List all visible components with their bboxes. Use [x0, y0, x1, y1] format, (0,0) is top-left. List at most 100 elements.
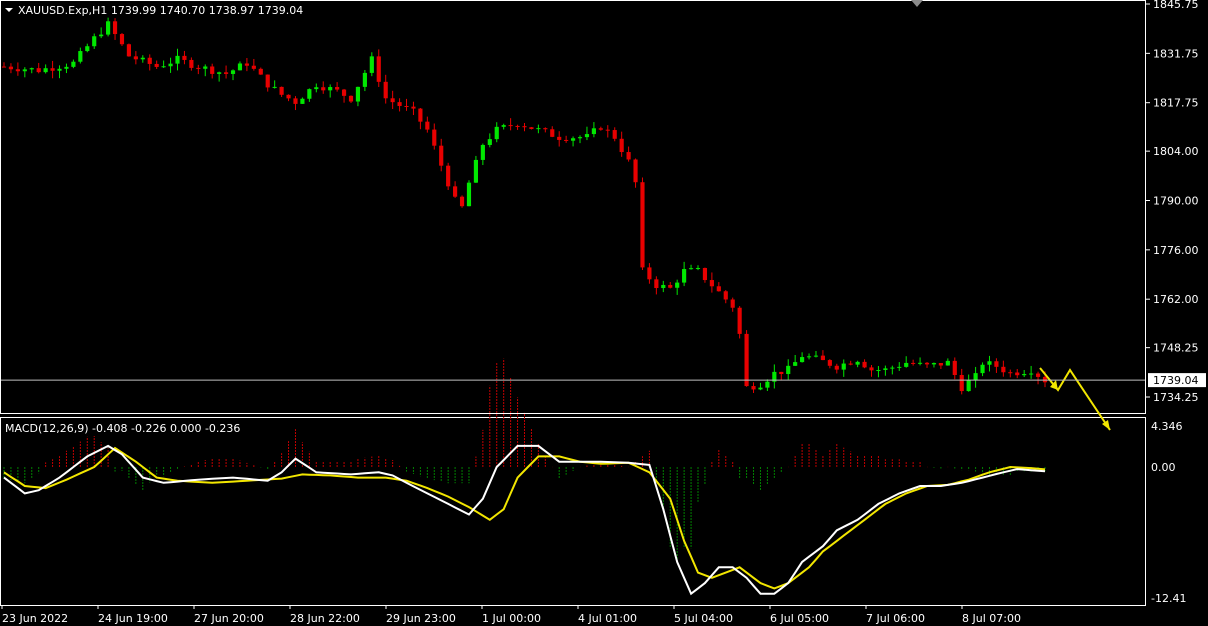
- candle-body: [994, 361, 999, 367]
- macd-pane[interactable]: [0, 417, 1146, 606]
- candle-body: [50, 68, 55, 71]
- candle-body: [598, 128, 603, 130]
- symbol-dropdown-icon[interactable]: [5, 8, 13, 12]
- time-tick-label: 24 Jun 19:00: [98, 612, 168, 625]
- candle-body: [702, 267, 708, 281]
- price-tick-label: 1831.75: [1153, 47, 1199, 60]
- candle-body: [980, 364, 985, 374]
- candle-body: [675, 282, 680, 288]
- candle-body: [341, 89, 347, 96]
- candle-body: [147, 57, 152, 64]
- chart-shift-marker-icon[interactable]: [911, 0, 923, 7]
- time-tick-label: 5 Jul 04:00: [674, 612, 733, 625]
- candle-body: [688, 268, 694, 270]
- candle-body: [848, 363, 853, 365]
- candle-body: [661, 284, 666, 289]
- candle-body: [647, 267, 652, 280]
- trading-chart[interactable]: XAUUSD.Exp,H1 1739.99 1740.70 1738.97 17…: [0, 0, 1208, 626]
- candle-body: [404, 105, 409, 107]
- candle-body: [897, 366, 902, 368]
- time-tick-label: 6 Jul 05:00: [770, 612, 829, 625]
- candle-body: [862, 361, 867, 368]
- candle-body: [730, 299, 735, 308]
- candle-body: [237, 63, 243, 71]
- price-tick-label: 1776.00: [1153, 244, 1199, 257]
- candle-body: [536, 128, 541, 130]
- candle-body: [230, 70, 236, 74]
- candle-body: [432, 129, 437, 146]
- candle-body: [682, 269, 687, 283]
- candle-body: [668, 284, 673, 288]
- candle-body: [515, 125, 520, 127]
- candle-body: [92, 36, 97, 47]
- candle-body: [723, 291, 728, 300]
- price-tick-label: 1817.75: [1153, 97, 1199, 110]
- candle-body: [15, 69, 20, 72]
- time-tick-label: 27 Jun 20:00: [194, 612, 264, 625]
- candle-body: [321, 87, 326, 91]
- candle-body: [466, 182, 472, 207]
- candle-body: [945, 360, 950, 366]
- candle-body: [196, 67, 201, 69]
- candle-body: [425, 121, 430, 130]
- candle-body: [550, 129, 555, 137]
- candle-body: [584, 134, 590, 138]
- candle-body: [820, 355, 826, 361]
- candle-body: [480, 144, 485, 160]
- candle-body: [223, 72, 229, 74]
- price-axis: 1845.75 1831.75 1817.75 1804.00 1790.00 1776.…: [1145, 0, 1199, 404]
- candle-body: [348, 95, 354, 102]
- candle-body: [1, 66, 7, 68]
- candle-body: [640, 182, 645, 268]
- candle-body: [251, 65, 256, 69]
- candle-body: [85, 46, 90, 52]
- candle-body: [355, 86, 361, 102]
- candle-body: [244, 63, 249, 66]
- candle-body: [1022, 374, 1027, 376]
- candle-body: [876, 369, 881, 371]
- candle-body: [827, 360, 832, 366]
- candle-body: [779, 371, 784, 375]
- candle-body: [487, 139, 492, 145]
- candle-body: [36, 68, 41, 73]
- candle-body: [383, 81, 388, 99]
- candle-body: [765, 381, 770, 388]
- candle-body: [633, 159, 638, 183]
- macd-lines: [3, 444, 1046, 596]
- candle-body: [210, 66, 215, 74]
- candle-body: [314, 87, 319, 90]
- candle-body: [695, 267, 701, 269]
- candle-body: [793, 362, 798, 366]
- candle-body: [800, 357, 805, 363]
- candle-body: [397, 102, 402, 106]
- candle-body: [411, 106, 416, 109]
- candle-body: [737, 307, 742, 334]
- candle-body: [1015, 372, 1020, 376]
- current-price-label: 1739.04: [1153, 374, 1199, 387]
- candle-body: [43, 68, 48, 73]
- candle-body: [112, 21, 118, 35]
- price-tick-label: 1845.75: [1153, 0, 1199, 11]
- candle-body: [883, 368, 888, 370]
- candle-body: [473, 159, 479, 183]
- macd-tick-zero: 0.00: [1151, 461, 1176, 474]
- time-axis: 23 Jun 2022 24 Jun 19:00 27 Jun 20:00 28 Ju…: [1, 605, 1021, 625]
- time-tick-label: 1 Jul 00:00: [482, 612, 541, 625]
- time-tick-label: 29 Jun 23:00: [386, 612, 456, 625]
- candle-body: [119, 34, 125, 45]
- candle-body: [362, 72, 367, 87]
- candle-body: [987, 361, 992, 365]
- candle-body: [1008, 372, 1013, 374]
- candle-body: [709, 280, 714, 287]
- candle-body: [1001, 366, 1006, 373]
- candle-body: [300, 98, 305, 104]
- candle-body: [182, 55, 187, 60]
- candle-body: [1029, 373, 1034, 375]
- price-tick-label: 1734.25: [1153, 391, 1199, 404]
- candle-body: [203, 66, 208, 69]
- candle-body: [286, 94, 291, 99]
- candle-body: [217, 72, 222, 74]
- candle-body: [529, 127, 534, 129]
- price-pane[interactable]: [0, 0, 1146, 414]
- candle-body: [8, 66, 14, 70]
